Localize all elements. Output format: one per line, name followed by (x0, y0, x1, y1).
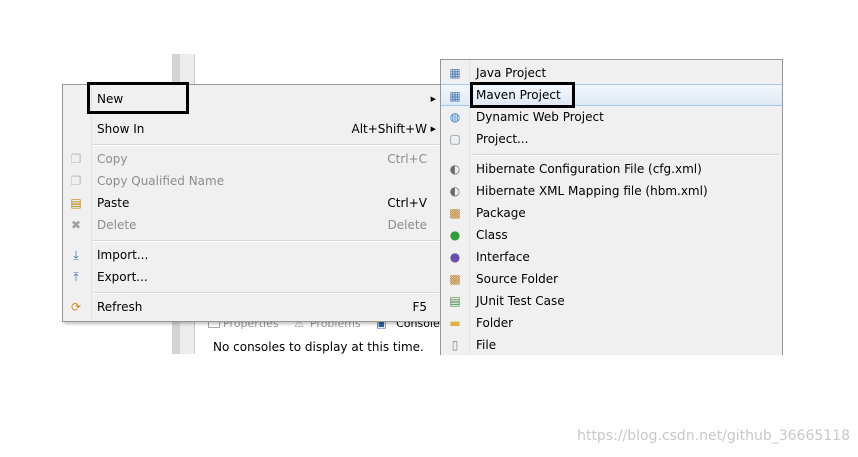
menu-separator (471, 154, 780, 156)
submenu-item-project[interactable]: ▢ Project... (441, 128, 782, 150)
submenu-item-file[interactable]: ▯ File (441, 334, 782, 356)
submenu-item-folder[interactable]: ▬ Folder (441, 312, 782, 334)
submenu-item-hibernate-cfg[interactable]: ◐ Hibernate Configuration File (cfg.xml) (441, 158, 782, 180)
maven-project-icon: ▦ (449, 89, 461, 103)
menu-separator (93, 292, 439, 294)
menu-item-import[interactable]: ⤓ Import... (63, 244, 441, 266)
menu-item-copy-qualified-name[interactable]: ❐ Copy Qualified Name (63, 170, 441, 192)
folder-icon: ▬ (449, 316, 461, 330)
submenu-item-junit-test-case[interactable]: ▤ JUnit Test Case (441, 290, 782, 312)
submenu-item-hibernate-hbm[interactable]: ◐ Hibernate XML Mapping file (hbm.xml) (441, 180, 782, 202)
web-project-icon: ◍ (449, 110, 461, 124)
submenu-item-java-project[interactable]: ▦ Java Project (441, 62, 782, 84)
menu-item-refresh[interactable]: ⟳ Refresh F5 (63, 296, 441, 318)
package-icon: ▩ (449, 206, 461, 220)
delete-icon: ✖ (70, 218, 82, 232)
source-folder-icon: ▩ (449, 272, 461, 286)
copy-qualified-icon: ❐ (70, 174, 82, 188)
interface-icon: ● (449, 250, 461, 264)
export-icon: ⤒ (73, 270, 79, 284)
submenu-item-interface[interactable]: ● Interface (441, 246, 782, 268)
menu-item-delete[interactable]: ✖ Delete Delete (63, 214, 441, 236)
refresh-icon: ⟳ (70, 300, 82, 314)
highlight-box-maven (470, 82, 575, 108)
menu-item-export[interactable]: ⤒ Export... (63, 266, 441, 288)
menu-separator (93, 144, 439, 146)
submenu-arrow-icon: ▶ (430, 95, 436, 103)
console-message: No consoles to display at this time. (213, 340, 424, 354)
menu-item-paste[interactable]: ▤ Paste Ctrl+V (63, 192, 441, 214)
junit-icon: ▤ (449, 294, 461, 308)
watermark: https://blog.csdn.net/github_36665118 (577, 428, 850, 444)
import-icon: ⤓ (73, 248, 79, 262)
copy-icon: ❐ (70, 152, 82, 166)
hibernate-icon: ◐ (449, 162, 461, 176)
menu-item-copy[interactable]: ❐ Copy Ctrl+C (63, 148, 441, 170)
paste-icon: ▤ (70, 196, 82, 210)
project-icon: ▢ (449, 132, 461, 146)
menu-separator (93, 240, 439, 242)
class-icon: ● (449, 228, 461, 242)
submenu-item-source-folder[interactable]: ▩ Source Folder (441, 268, 782, 290)
file-icon: ▯ (451, 338, 459, 352)
menu-item-show-in[interactable]: Show In Alt+Shift+W ▶ (63, 118, 441, 140)
submenu-item-dynamic-web-project[interactable]: ◍ Dynamic Web Project (441, 106, 782, 128)
highlight-box-new (87, 82, 189, 114)
context-menu: New ▶ Show In Alt+Shift+W ▶ ❐ Copy Ctrl+… (62, 84, 442, 322)
java-project-icon: ▦ (449, 66, 461, 80)
submenu-item-class[interactable]: ● Class (441, 224, 782, 246)
hibernate-icon: ◐ (449, 184, 461, 198)
submenu-item-package[interactable]: ▩ Package (441, 202, 782, 224)
submenu-arrow-icon: ▶ (430, 125, 436, 133)
